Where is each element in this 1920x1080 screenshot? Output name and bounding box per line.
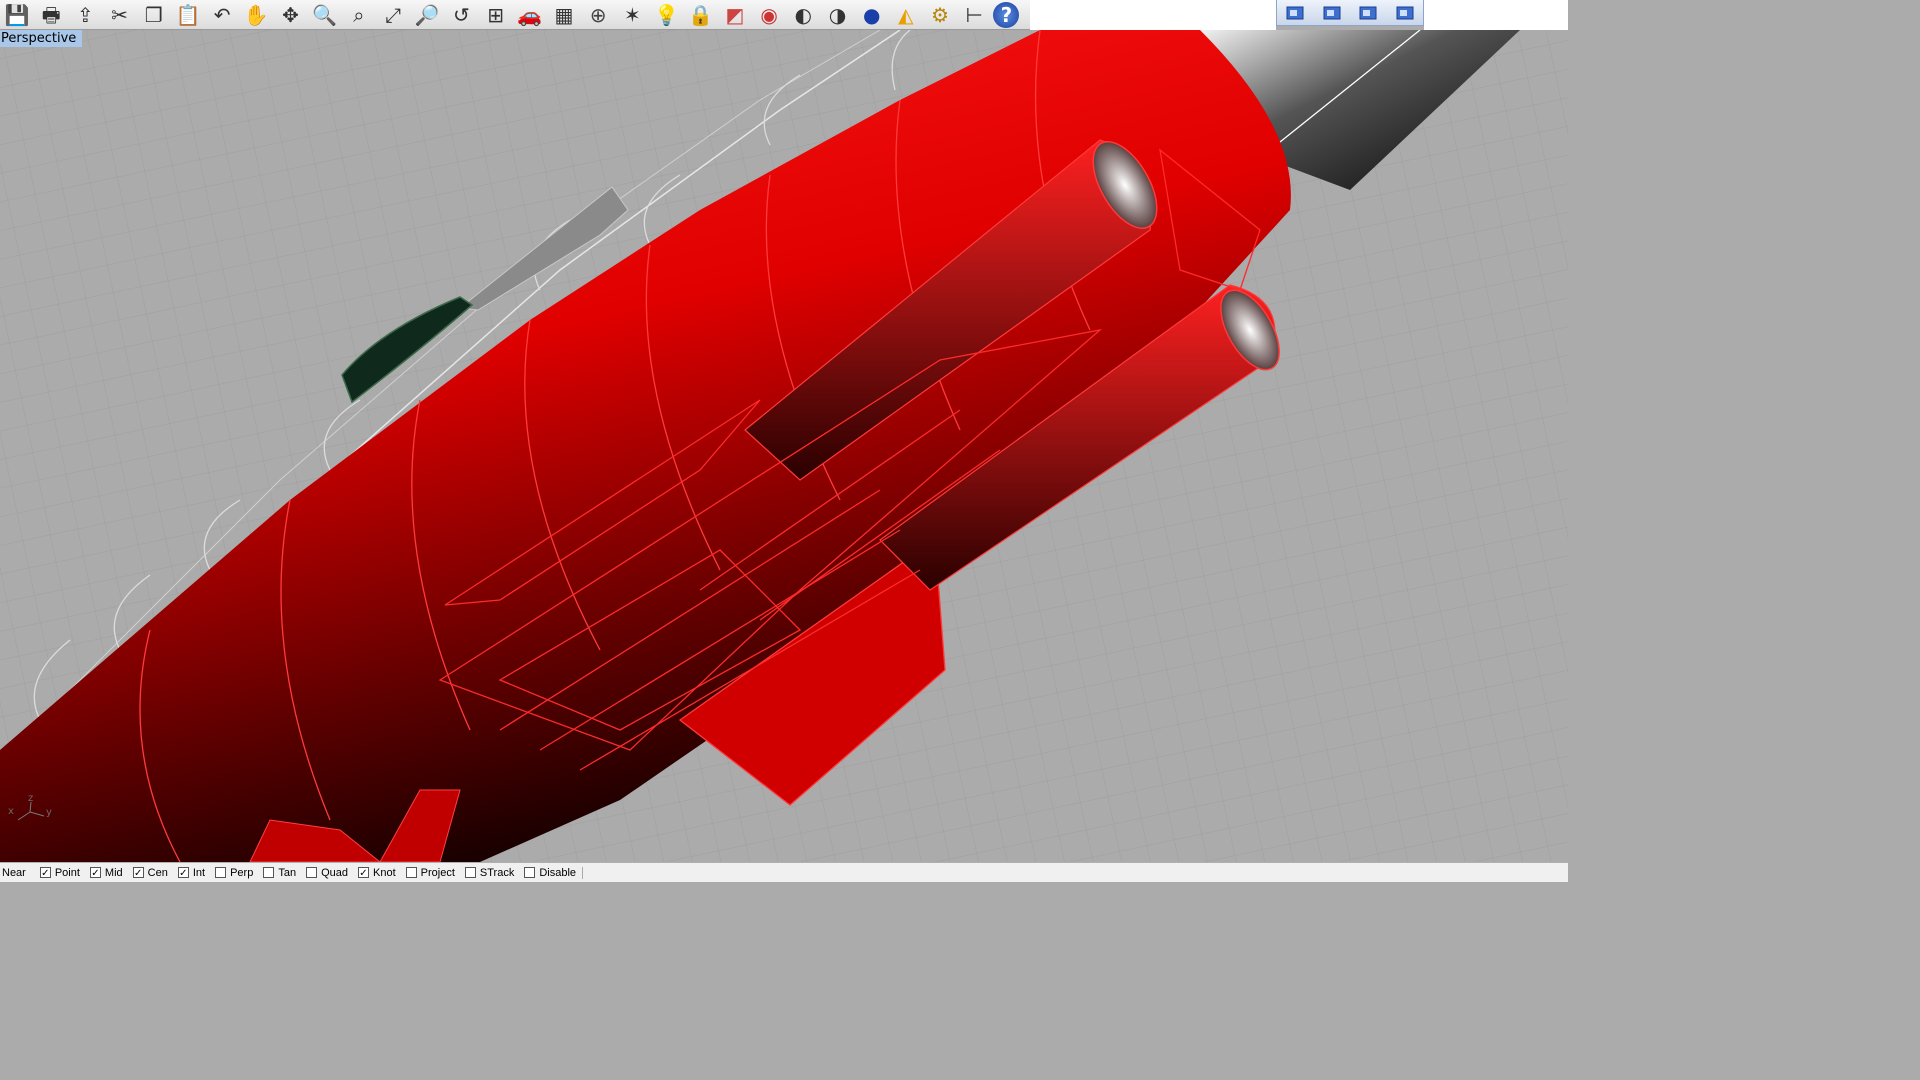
osnap-label: Mid xyxy=(104,866,123,879)
undo-view-icon[interactable]: ↺ xyxy=(446,1,476,29)
osnap-tan[interactable]: Tan xyxy=(263,867,296,879)
osnap-label: Project xyxy=(420,866,455,879)
osnap-label: Perp xyxy=(230,866,254,879)
axis-z-label: z xyxy=(28,793,33,804)
osnap-checkbox[interactable] xyxy=(306,867,318,878)
wireframe-sphere-icon[interactable]: ◐ xyxy=(788,1,818,29)
zoom-in-icon[interactable]: 🔍 xyxy=(310,1,340,29)
right-view-icon[interactable] xyxy=(1392,3,1418,23)
osnap-quad[interactable]: Quad xyxy=(306,867,348,879)
paste-icon[interactable]: 📋 xyxy=(173,1,203,29)
osnap-perp[interactable]: Perp xyxy=(215,867,253,879)
cut-icon[interactable]: ✂ xyxy=(105,1,135,29)
osnap-checkbox[interactable]: ✓ xyxy=(89,867,101,879)
axis-y-label: y xyxy=(46,807,52,818)
osnap-statusbar: Near ✓ Point ✓ Mid ✓ Cen ✓ Int Perp Tan Quad ✓ Knot P… xyxy=(0,862,1568,882)
osnap-label: Knot xyxy=(373,866,396,879)
osnap-label: Point xyxy=(54,866,80,879)
osnap-checkbox[interactable]: ✓ xyxy=(39,867,51,879)
four-viewports-icon[interactable]: ⊞ xyxy=(481,1,511,29)
osnap-mid[interactable]: ✓ Mid xyxy=(89,866,123,879)
help-icon[interactable]: ? xyxy=(993,1,1020,28)
osnap-label: Tan xyxy=(278,866,297,879)
undo-icon[interactable]: ↶ xyxy=(207,1,237,29)
osnap-label: Cen xyxy=(147,866,168,879)
osnap-checkbox[interactable]: ✓ xyxy=(177,867,189,879)
viewport-title[interactable]: Perspective xyxy=(0,30,83,47)
zoom-window-icon[interactable]: ⌕ xyxy=(344,1,374,29)
car-named-view-icon[interactable]: 🚗 xyxy=(515,1,545,29)
grid-plane-icon[interactable]: ▦ xyxy=(549,1,579,29)
options-gear-icon[interactable]: ⚙ xyxy=(925,1,955,29)
osnap-checkbox[interactable] xyxy=(263,867,275,878)
perspective-view-icon[interactable] xyxy=(1282,3,1308,23)
osnap-checkbox[interactable] xyxy=(215,867,227,878)
osnap-point[interactable]: ✓ Point xyxy=(39,866,80,879)
save-icon[interactable]: 💾 xyxy=(2,1,32,29)
main-toolbar: 💾 🖶 ⇪ ✂ ❐ 📋 ↶ ✋ ✥ 🔍 ⌕ ⤢ 🔎 ↺ ⊞ 🚗 ▦ ⊕ ✶ 💡 🔒 ◩ ◉ ◐ ◑ ● ◭ ⚙ ⊢? xyxy=(0,0,1030,30)
front-view-icon[interactable] xyxy=(1355,3,1381,23)
osnap-icon[interactable]: ⊕ xyxy=(583,1,613,29)
rendered-sphere-icon[interactable]: ● xyxy=(857,1,887,29)
osnap-label: Disable xyxy=(539,866,577,879)
perspective-viewport[interactable]: Perspective x z y xyxy=(0,30,1568,862)
lock-icon[interactable]: 🔒 xyxy=(686,1,716,29)
dimension-icon[interactable]: ⊢ xyxy=(959,1,989,29)
gumball-icon[interactable]: ✶ xyxy=(617,1,647,29)
osnap-checkbox[interactable] xyxy=(524,867,536,878)
osnap-checkbox[interactable]: ✓ xyxy=(358,867,369,879)
osnap-int[interactable]: ✓ Int xyxy=(177,866,206,879)
layer-icon[interactable]: ◩ xyxy=(720,1,750,29)
toolbar-empty-area xyxy=(1030,0,1276,30)
osnap-disable[interactable]: Disable xyxy=(524,866,584,879)
pan-hand-icon[interactable]: ✋ xyxy=(241,1,271,29)
osnap-checkbox[interactable] xyxy=(405,867,417,878)
osnap-label: Int xyxy=(192,866,206,879)
osnap-label: Quad xyxy=(321,866,348,879)
toolbar-empty-area-right xyxy=(1424,0,1568,30)
rotate-view-icon[interactable]: ✥ xyxy=(276,1,306,29)
model-scene[interactable]: x z y xyxy=(0,30,1568,862)
osnap-project[interactable]: Project xyxy=(405,866,455,879)
light-icon[interactable]: 💡 xyxy=(652,1,682,29)
zoom-selected-icon[interactable]: 🔎 xyxy=(412,1,442,29)
render-icon[interactable]: ◭ xyxy=(891,1,921,29)
viewport-layout-toolbar xyxy=(1276,0,1424,26)
osnap-checkbox[interactable] xyxy=(464,867,476,878)
export-icon[interactable]: ⇪ xyxy=(70,1,100,29)
print-icon[interactable]: 🖶 xyxy=(36,1,66,29)
copy-icon[interactable]: ❐ xyxy=(139,1,169,29)
shaded-sphere-icon[interactable]: ◑ xyxy=(823,1,853,29)
osnap-strack[interactable]: STrack xyxy=(464,866,515,879)
osnap-near-label[interactable]: Near xyxy=(2,867,26,879)
osnap-knot[interactable]: ✓ Knot xyxy=(358,867,396,879)
zoom-extents-icon[interactable]: ⤢ xyxy=(378,1,408,29)
osnap-checkbox[interactable]: ✓ xyxy=(132,867,144,879)
color-wheel-icon[interactable]: ◉ xyxy=(754,1,784,29)
osnap-cen[interactable]: ✓ Cen xyxy=(132,866,168,879)
top-view-icon[interactable] xyxy=(1319,3,1345,23)
axis-x-label: x xyxy=(8,806,14,817)
osnap-label: STrack xyxy=(479,866,515,879)
